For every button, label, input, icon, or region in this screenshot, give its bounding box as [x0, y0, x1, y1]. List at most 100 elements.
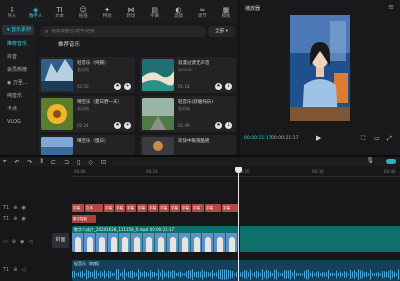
tool-template[interactable]: ▦ 模板 [214, 0, 238, 22]
favorite-icon[interactable]: ★ [215, 122, 222, 129]
visibility-icon[interactable]: ◉ [21, 205, 25, 211]
music-card[interactable]: 浪漫过渡无声音 Lyonzo 01:18 ★ ↓ [140, 57, 236, 93]
favorite-icon[interactable]: ★ [114, 122, 121, 129]
track-header-text-2: T1 ⊕ ◉ [3, 216, 26, 222]
text-segment[interactable]: 字幕 [148, 204, 158, 212]
lock-icon[interactable]: ⊕ [13, 216, 17, 222]
visibility-icon[interactable]: ◉ [20, 239, 24, 245]
tool-text[interactable]: TI 文本 [48, 0, 72, 22]
total-timecode: 00:00:21:17 [271, 136, 299, 141]
text-segment[interactable]: 字幕 [222, 204, 238, 212]
playhead-handle[interactable] [235, 167, 242, 173]
template-icon: ▦ [222, 6, 230, 14]
text-segment[interactable]: 文本 [85, 204, 103, 212]
audio-icon[interactable]: ◁ [28, 239, 32, 245]
split-icon[interactable]: ⫴ [40, 158, 43, 166]
ratio-icon[interactable]: ▭ [374, 135, 380, 142]
download-icon[interactable]: ↓ [225, 122, 232, 129]
track-header-audio: T1 ⊕ ◁ [3, 267, 26, 273]
video-track-icon: ▭ [3, 239, 8, 245]
tool-transition[interactable]: ⋈ 转场 [119, 0, 143, 22]
visibility-icon[interactable]: ◉ [21, 216, 25, 222]
cover-button[interactable]: 封面 [52, 233, 69, 248]
tool-effects[interactable]: ✦ 特效 [95, 0, 119, 22]
favorite-icon[interactable]: ★ [114, 83, 121, 90]
video-editor-app: ⇩ 导入 ◈ 数字人 TI 文本 ☺ 贴纸 ✦ 特效 ⋈ 转场 ▤ 字幕 ◐ 滤镜 ≈ 调节 ▦ 模… [0, 0, 400, 281]
nav-vip-chart[interactable]: 会员热榜 [0, 64, 36, 77]
player-title: 播放器 [245, 6, 261, 12]
filter-dropdown[interactable]: 全部 ▾ [208, 26, 235, 37]
search-icon: ⌕ [45, 27, 49, 35]
add-icon[interactable]: + [124, 83, 131, 90]
text-icon: TI [56, 6, 63, 14]
video-preview[interactable] [290, 15, 350, 121]
text-segment[interactable]: 字幕 [126, 204, 136, 212]
text-segment[interactable]: 字幕 [137, 204, 147, 212]
music-card[interactable]: 轻音乐(舒缓纯乐) 若风纯 01:49 ★ ↓ [140, 96, 236, 132]
adjust-icon: ≈ [199, 6, 206, 14]
nav-beat-sync[interactable]: 卡点 [0, 103, 36, 116]
microphone-icon[interactable]: 🎙 [366, 157, 374, 164]
nav-recommended-music[interactable]: 推荐音乐 [0, 38, 36, 51]
menu-icon[interactable]: ≡ [388, 3, 394, 11]
select-tool-icon[interactable]: ⌖ [3, 158, 6, 166]
music-card[interactable]: 轻音乐（纯钢） 若风纯 02:50 ★ + [39, 57, 135, 93]
text-segment[interactable]: 字幕 [192, 204, 204, 212]
text-segment-title[interactable]: 数字智能 [72, 215, 96, 223]
music-library-panel: ⌕ 全部 ▾ 推荐音乐 轻音乐（纯钢） 若风纯 02:50 ★+ 浪漫过渡无声音… [36, 22, 238, 155]
music-thumbnail [142, 137, 174, 155]
text-segment[interactable]: 字幕 [104, 204, 114, 212]
lock-icon[interactable]: ⊕ [12, 239, 16, 245]
lock-icon[interactable]: ⊕ [13, 267, 17, 273]
nav-halloween[interactable]: ◉ 万圣... [0, 77, 36, 90]
music-card[interactable]: 晴空乐（夏日野一天） 若风纯 02:24 ★ + [39, 96, 135, 132]
music-card[interactable]: 欢快中暖夜酷摇 [140, 135, 236, 155]
nav-douyin[interactable]: 抖音 [0, 51, 36, 64]
split-right-icon[interactable]: ⊐ [64, 159, 69, 166]
text-segment[interactable]: 字幕 [170, 204, 180, 212]
redo-icon[interactable]: ↷ [27, 159, 32, 166]
text-segment[interactable]: 字幕 [72, 204, 84, 212]
nav-vlog[interactable]: VLOG [0, 116, 36, 129]
play-icon[interactable]: ▶ [316, 134, 321, 142]
tool-caption[interactable]: ▤ 字幕 [143, 0, 167, 22]
delete-icon[interactable]: ▯ [77, 159, 80, 166]
music-card[interactable]: 晴空乐（慢日） [39, 135, 135, 155]
timeline-toolbar: ⌖ ↶ ↷ ⫴ ⊏ ⊐ ▯ ◇ ⊡ [0, 157, 400, 167]
lock-icon[interactable]: ⊕ [13, 205, 17, 211]
tool-import[interactable]: ⇩ 导入 [0, 0, 24, 22]
split-left-icon[interactable]: ⊏ [51, 159, 56, 166]
crop-icon[interactable]: ⊡ [101, 159, 106, 166]
text-segment[interactable]: 字幕 [159, 204, 169, 212]
mask-icon[interactable]: ◇ [88, 159, 93, 166]
nav-music-assets[interactable]: ▾ 音乐素材 [2, 25, 34, 35]
nav-pure-music[interactable]: 纯音乐 [0, 90, 36, 103]
tool-adjust[interactable]: ≈ 调节 [190, 0, 214, 22]
music-thumbnail [41, 59, 73, 91]
text-segment[interactable]: 字幕 [181, 204, 191, 212]
fit-screen-icon[interactable]: ⛶ [361, 135, 365, 143]
music-thumbnail [142, 59, 174, 91]
text-segment[interactable]: 字幕 [205, 204, 221, 212]
download-icon[interactable]: ↓ [225, 83, 232, 90]
tool-media[interactable]: ◈ 数字人 [24, 0, 48, 22]
tool-filter[interactable]: ◐ 滤镜 [167, 0, 191, 22]
video-clip-continuation[interactable] [240, 226, 400, 252]
playhead-line[interactable] [238, 167, 239, 281]
add-icon[interactable]: + [124, 122, 131, 129]
music-thumbnail [142, 98, 174, 130]
text-segment[interactable]: 字幕 [115, 204, 125, 212]
fullscreen-icon[interactable]: ⤢ [387, 135, 392, 143]
favorite-icon[interactable]: ★ [215, 83, 222, 90]
snap-toggle[interactable] [386, 159, 396, 164]
audio-clip[interactable]: 轻音乐（纯钢） [72, 260, 400, 281]
music-search-input[interactable] [51, 29, 192, 34]
tool-sticker[interactable]: ☺ 贴纸 [71, 0, 95, 22]
import-icon: ⇩ [8, 6, 15, 14]
undo-icon[interactable]: ↶ [14, 159, 19, 166]
timeline-panel: 00:00 00:10 00:20 00:30 00:40 T1 ⊕ ◉ T1 … [0, 167, 400, 281]
video-clip[interactable]: 数字人成片_20241028_111156_0.mp4 00:00:21:17 [72, 226, 238, 252]
audio-icon[interactable]: ◁ [21, 267, 25, 273]
music-search-bar[interactable]: ⌕ [40, 26, 206, 37]
top-toolbar: ⇩ 导入 ◈ 数字人 TI 文本 ☺ 贴纸 ✦ 特效 ⋈ 转场 ▤ 字幕 ◐ 滤镜 ≈ 调节 ▦ 模… [0, 0, 238, 22]
